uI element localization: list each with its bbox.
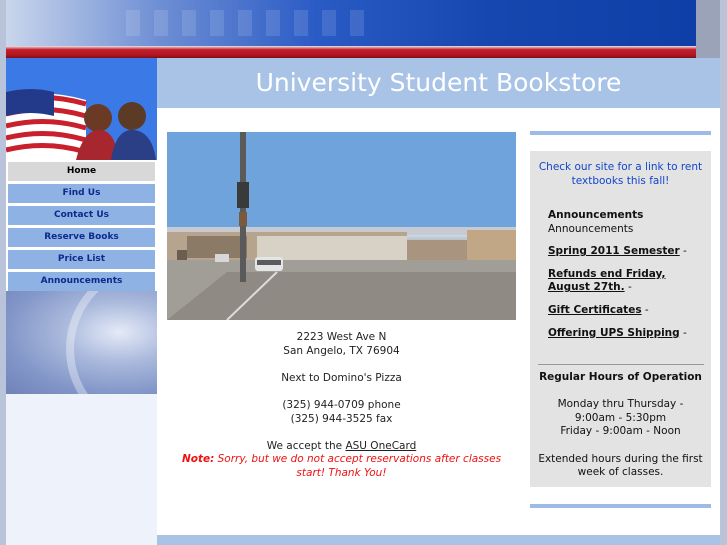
right-column-divider xyxy=(538,364,704,365)
rental-promo-text: Check our site for a link to rent textbo… xyxy=(538,161,703,187)
header-red-stripe xyxy=(6,46,696,58)
page-title: University Student Bookstore xyxy=(255,68,622,97)
phone-number: (325) 944-0709 phone xyxy=(282,398,401,411)
page: Home Find Us Contact Us Reserve Books Pr… xyxy=(6,0,720,545)
announcement-link-gift-certificates[interactable]: Gift Certificates xyxy=(548,304,642,316)
hours-title: Regular Hours of Operation xyxy=(539,371,702,383)
decorative-swirl xyxy=(6,291,157,394)
header-banner xyxy=(6,0,696,46)
announcement-link-spring-2011[interactable]: Spring 2011 Semester xyxy=(548,245,680,257)
right-column-panel: Check our site for a link to rent textbo… xyxy=(530,151,711,487)
announcements-subheading: Announcements xyxy=(548,222,634,235)
storefront-photo xyxy=(167,132,516,320)
hours-line-3: Friday - 9:00am - Noon xyxy=(560,425,681,438)
fax-number: (325) 944-3525 fax xyxy=(290,412,393,425)
nav-item-price-list[interactable]: Price List xyxy=(8,250,155,269)
hours-line-2: 9:00am - 5:30pm xyxy=(574,411,667,424)
asu-onecard-link[interactable]: ASU OneCard xyxy=(345,440,416,452)
announcement-suffix: - xyxy=(679,245,687,258)
footer-bar xyxy=(157,535,720,545)
right-column-top-rule xyxy=(530,131,711,135)
announcement-suffix: - xyxy=(679,326,687,339)
nav-item-home[interactable]: Home xyxy=(8,162,155,181)
note-text: Sorry, but we do not accept reservations… xyxy=(214,453,502,479)
right-column-bottom-rule xyxy=(530,504,711,508)
reservation-note: Note: Sorry, but we do not accept reserv… xyxy=(167,453,516,480)
nav-item-announcements[interactable]: Announcements xyxy=(8,272,155,291)
hours-line-1: Monday thru Thursday - xyxy=(557,398,684,411)
announcement-suffix: - xyxy=(624,281,632,294)
announcement-suffix: - xyxy=(641,303,649,316)
title-bar: University Student Bookstore xyxy=(157,58,720,108)
storefront-photo-image xyxy=(167,132,516,320)
announcement-link-refunds[interactable]: Refunds end Friday, August 27th. xyxy=(548,268,666,294)
note-label: Note: xyxy=(181,453,215,466)
payment-accepted: We accept the ASU OneCard xyxy=(167,440,516,454)
announcement-item: Offering UPS Shipping - xyxy=(548,327,708,341)
announcement-item: Refunds end Friday, August 27th. - xyxy=(548,268,708,295)
hours-section: Regular Hours of Operation Monday thru T… xyxy=(530,371,711,480)
banner-watermark xyxy=(126,10,376,36)
announcements-section: Announcements Announcements Spring 2011 … xyxy=(548,209,708,340)
address-line-2: San Angelo, TX 76904 xyxy=(283,344,400,357)
announcements-heading: Announcements xyxy=(548,209,644,221)
announcement-item: Spring 2011 Semester - xyxy=(548,245,708,259)
flag-photo xyxy=(6,58,157,160)
flag-photo-image xyxy=(6,58,157,160)
left-sidebar: Home Find Us Contact Us Reserve Books Pr… xyxy=(6,58,157,545)
main-nav: Home Find Us Contact Us Reserve Books Pr… xyxy=(6,160,157,294)
announcement-link-ups-shipping[interactable]: Offering UPS Shipping xyxy=(548,327,680,339)
landmark-text: Next to Domino's Pizza xyxy=(281,371,402,384)
main-content: University Student Bookstore 2223 West A… xyxy=(157,58,720,545)
address-line-1: 2223 West Ave N xyxy=(296,331,387,343)
extended-hours-note: Extended hours during the first week of … xyxy=(538,452,703,479)
nav-item-find-us[interactable]: Find Us xyxy=(8,184,155,203)
announcement-item: Gift Certificates - xyxy=(548,304,708,318)
nav-item-reserve-books[interactable]: Reserve Books xyxy=(8,228,155,247)
header-edge xyxy=(696,0,720,58)
payment-prefix: We accept the xyxy=(266,439,346,452)
nav-item-contact-us[interactable]: Contact Us xyxy=(8,206,155,225)
store-address-block: 2223 West Ave N San Angelo, TX 76904 Nex… xyxy=(167,331,516,481)
